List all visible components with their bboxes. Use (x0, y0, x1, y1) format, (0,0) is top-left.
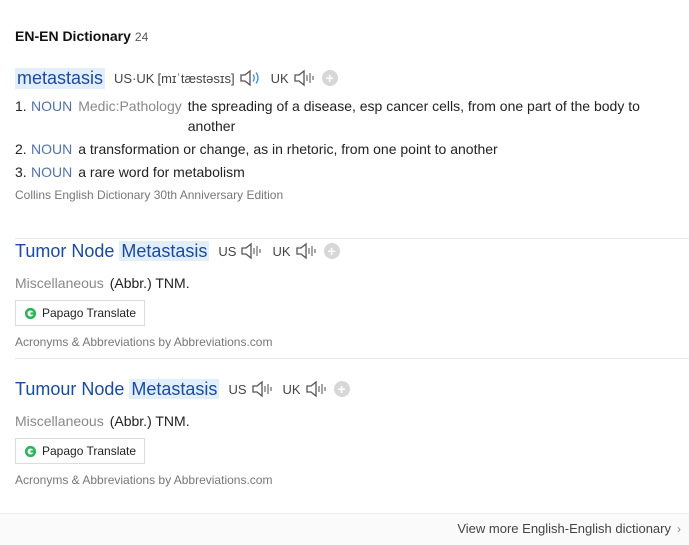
view-more-label: View more English-English dictionary (457, 521, 671, 536)
chevron-right-icon: › (677, 521, 681, 536)
category-label: Miscellaneous (15, 413, 104, 429)
entry-metastasis: metastasis US·UK [mɪˈtæstəsɪs] UK + 1. N… (15, 66, 689, 202)
papago-translate-button[interactable]: Papago Translate (15, 438, 146, 464)
papago-logo-icon (24, 307, 37, 319)
sense-item: 1. NOUN Medic:Pathology the spreading of… (15, 96, 689, 136)
abbreviation-text: (Abbr.) TNM. (109, 275, 190, 291)
uk-label: UK (272, 243, 291, 259)
headword-match-highlight: Metastasis (129, 378, 220, 399)
source-attribution: Acronyms & Abbreviations by Abbreviation… (15, 335, 273, 349)
speaker-icon[interactable] (250, 379, 274, 399)
part-of-speech: NOUN (31, 141, 73, 157)
definition: a rare word for metabolism (78, 164, 245, 180)
footer-bar: View more English-English dictionary › (0, 513, 689, 545)
result-count: 24 (134, 30, 149, 44)
abbreviation-text: (Abbr.) TNM. (109, 413, 190, 429)
add-to-wordbook-icon[interactable]: + (323, 243, 340, 259)
headword[interactable]: Tumor Node Metastasis (15, 240, 210, 262)
speaker-icon[interactable] (294, 241, 318, 261)
sense-item: 3. NOUN a rare word for metabolism (15, 162, 689, 182)
source-attribution: Collins English Dictionary 30th Annivers… (15, 188, 284, 202)
part-of-speech: NOUN (31, 164, 73, 180)
add-to-wordbook-icon[interactable]: + (321, 70, 338, 86)
dictionary-header: EN-EN Dictionary 24 (15, 28, 148, 46)
definition: a transformation or change, as in rhetor… (78, 141, 498, 157)
part-of-speech: NOUN (31, 98, 73, 114)
headword[interactable]: Tumour Node Metastasis (15, 378, 220, 400)
headword-prefix: Tumour Node (15, 378, 125, 399)
headword-prefix: Tumor Node (15, 240, 115, 261)
papago-translate-label: Papago Translate (42, 306, 137, 320)
uk-label: UK (270, 70, 289, 86)
entry-tumour-node-metastasis: Tumour Node Metastasis US UK + Miscellan… (15, 377, 689, 487)
view-more-link[interactable]: View more English-English dictionary › (457, 521, 681, 536)
add-to-wordbook-icon[interactable]: + (333, 381, 350, 397)
papago-translate-label: Papago Translate (42, 444, 137, 458)
us-uk-label: US·UK (114, 70, 155, 86)
sense-domain: Medic:Pathology (78, 98, 182, 114)
definition: the spreading of a disease, esp cancer c… (187, 98, 640, 134)
category-label: Miscellaneous (15, 275, 104, 291)
sense-number: 2. (15, 141, 27, 157)
papago-logo-icon (24, 445, 37, 457)
speaker-icon[interactable] (239, 241, 263, 261)
sense-number: 3. (15, 164, 27, 180)
sense-number: 1. (15, 98, 27, 114)
abbreviation-line: Miscellaneous (Abbr.) TNM. (15, 413, 689, 429)
ipa-pronunciation: [mɪˈtæstəsɪs] (157, 70, 235, 86)
speaker-icon[interactable] (292, 68, 316, 88)
us-label: US (218, 243, 237, 259)
us-label: US (228, 381, 247, 397)
sense-item: 2. NOUN a transformation or change, as i… (15, 139, 689, 159)
entry-tumor-node-metastasis: Tumor Node Metastasis US UK + Miscellane… (15, 238, 689, 349)
headword[interactable]: metastasis (15, 67, 106, 89)
headword-match-highlight: Metastasis (119, 240, 210, 261)
source-attribution: Acronyms & Abbreviations by Abbreviation… (15, 473, 273, 487)
speaker-icon[interactable] (238, 68, 262, 88)
entry-divider (15, 358, 689, 359)
speaker-icon[interactable] (304, 379, 328, 399)
abbreviation-line: Miscellaneous (Abbr.) TNM. (15, 275, 689, 291)
uk-label: UK (282, 381, 301, 397)
papago-translate-button[interactable]: Papago Translate (15, 300, 146, 326)
dictionary-title: EN-EN Dictionary (15, 28, 131, 44)
